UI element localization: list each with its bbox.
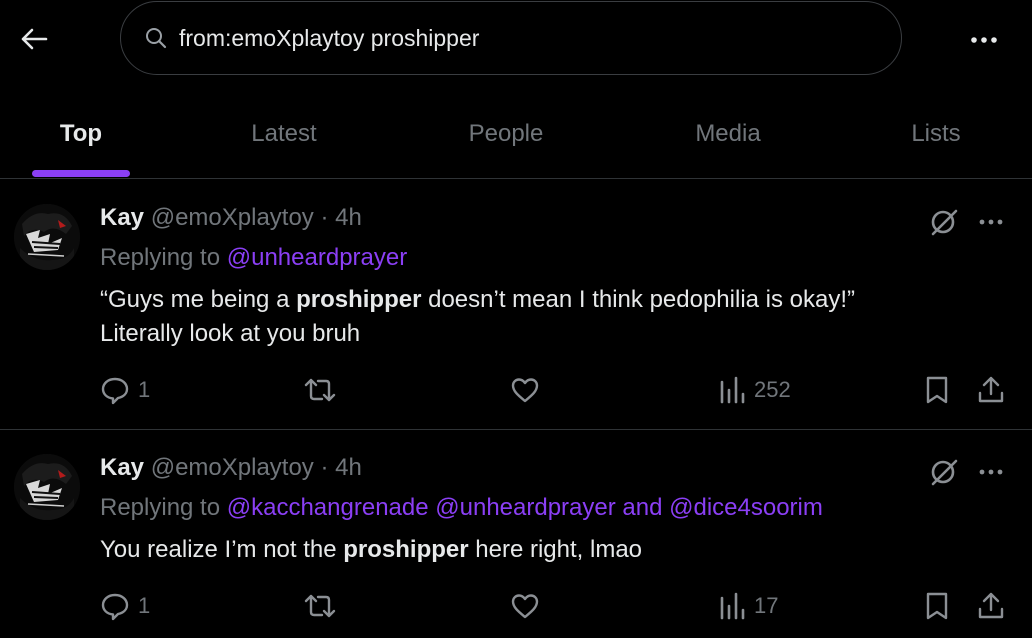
- repost-button[interactable]: [302, 586, 346, 626]
- separator-dot: ·: [320, 454, 329, 481]
- tab-label: Media: [695, 120, 761, 147]
- more-horizontal-icon: [979, 469, 1003, 475]
- top-bar: [0, 0, 1032, 78]
- tab-latest[interactable]: Latest: [214, 90, 354, 178]
- tab-label: People: [468, 120, 544, 147]
- tweet-text-part: “Guys me being a: [100, 286, 297, 313]
- reply-count: 1: [138, 593, 151, 618]
- reply-count: 1: [138, 377, 151, 402]
- tweet-text: “Guys me being a proshipper doesn’t mean…: [100, 283, 980, 351]
- bookmark-button[interactable]: [924, 370, 950, 410]
- grok-icon: [929, 207, 959, 237]
- reply-button[interactable]: 1: [100, 370, 150, 410]
- mention-link[interactable]: @dice4soorim: [669, 494, 823, 521]
- tweet-header: Kay @emoXplaytoy · 4h: [100, 454, 362, 482]
- tab-people[interactable]: People: [436, 90, 576, 178]
- search-input[interactable]: [179, 24, 859, 52]
- share-icon: [976, 375, 1006, 405]
- reply-icon: [100, 591, 130, 621]
- bookmark-icon: [924, 591, 950, 621]
- tweet-more-button[interactable]: [972, 454, 1010, 490]
- highlighted-term: proshipper: [296, 286, 422, 313]
- display-name[interactable]: Kay: [100, 454, 144, 481]
- tab-label: Top: [59, 120, 103, 147]
- back-button[interactable]: [14, 19, 54, 59]
- mention-link[interactable]: @unheardprayer: [435, 494, 615, 521]
- active-tab-indicator: [32, 170, 130, 177]
- tab-media[interactable]: Media: [658, 90, 798, 178]
- mention-link[interactable]: @unheardprayer: [227, 244, 407, 271]
- tab-lists[interactable]: Lists: [866, 90, 1006, 178]
- tweet-actions: 1 17: [0, 586, 1032, 626]
- more-horizontal-icon: [979, 219, 1003, 225]
- tweet-text-line: Literally look at you bruh: [100, 320, 361, 347]
- view-count: 17: [754, 593, 779, 618]
- tab-label: Lists: [911, 120, 961, 147]
- reply-button[interactable]: 1: [100, 586, 150, 626]
- repost-icon: [302, 592, 338, 620]
- heart-icon: [510, 376, 540, 404]
- user-handle[interactable]: @emoXplaytoy: [151, 454, 314, 481]
- reply-icon: [100, 375, 130, 405]
- grok-icon: [929, 457, 959, 487]
- like-button[interactable]: [510, 586, 548, 626]
- timestamp[interactable]: 4h: [335, 454, 362, 481]
- share-icon: [976, 591, 1006, 621]
- tweet-text-part: doesn’t mean I think pedophilia is okay!…: [421, 286, 856, 313]
- bookmark-icon: [924, 375, 950, 405]
- highlighted-term: proshipper: [343, 536, 469, 563]
- search-box[interactable]: [120, 1, 902, 75]
- tweet[interactable]: Kay @emoXplaytoy · 4h Replying to @unhea…: [0, 180, 1032, 430]
- mention-link[interactable]: @kacchangrenade: [227, 494, 429, 521]
- avatar[interactable]: [14, 454, 80, 520]
- view-count: 252: [754, 377, 791, 402]
- tab-label: Latest: [251, 120, 317, 147]
- tweet-header: Kay @emoXplaytoy · 4h: [100, 204, 362, 232]
- replying-prefix: Replying to: [100, 494, 221, 521]
- repost-icon: [302, 376, 338, 404]
- search-icon: [145, 26, 169, 50]
- user-handle[interactable]: @emoXplaytoy: [151, 204, 314, 231]
- timestamp[interactable]: 4h: [335, 204, 362, 231]
- display-name[interactable]: Kay: [100, 204, 144, 231]
- tweet-actions: 1 252: [0, 370, 1032, 410]
- bookmark-button[interactable]: [924, 586, 950, 626]
- grok-button[interactable]: [926, 454, 962, 490]
- grok-button[interactable]: [926, 204, 962, 240]
- tweet-text-part: here right, lmao: [468, 536, 643, 563]
- views-icon: [718, 376, 746, 404]
- more-horizontal-icon: [970, 36, 998, 44]
- repost-button[interactable]: [302, 370, 346, 410]
- tweet[interactable]: Kay @emoXplaytoy · 4h Replying to @kacch…: [0, 430, 1032, 638]
- views-button[interactable]: 252: [718, 370, 791, 410]
- views-button[interactable]: 17: [718, 586, 778, 626]
- share-button[interactable]: [976, 370, 1006, 410]
- replying-to: Replying to @unheardprayer: [100, 244, 407, 272]
- mention-conjunction: and: [622, 494, 663, 521]
- more-options-button[interactable]: [962, 20, 1006, 60]
- search-tabs: Top Latest People Media Lists: [0, 90, 1032, 179]
- heart-icon: [510, 592, 540, 620]
- tab-top[interactable]: Top: [20, 90, 142, 178]
- arrow-left-icon: [20, 27, 48, 51]
- avatar[interactable]: [14, 204, 80, 270]
- views-icon: [718, 592, 746, 620]
- tweet-text-part: You realize I’m not the: [100, 536, 344, 563]
- tweet-more-button[interactable]: [972, 204, 1010, 240]
- replying-to: Replying to @kacchangrenade @unheardpray…: [100, 494, 823, 522]
- replying-prefix: Replying to: [100, 244, 221, 271]
- like-button[interactable]: [510, 370, 548, 410]
- tweet-text: You realize I’m not the proshipper here …: [100, 533, 980, 567]
- share-button[interactable]: [976, 586, 1006, 626]
- separator-dot: ·: [320, 204, 329, 231]
